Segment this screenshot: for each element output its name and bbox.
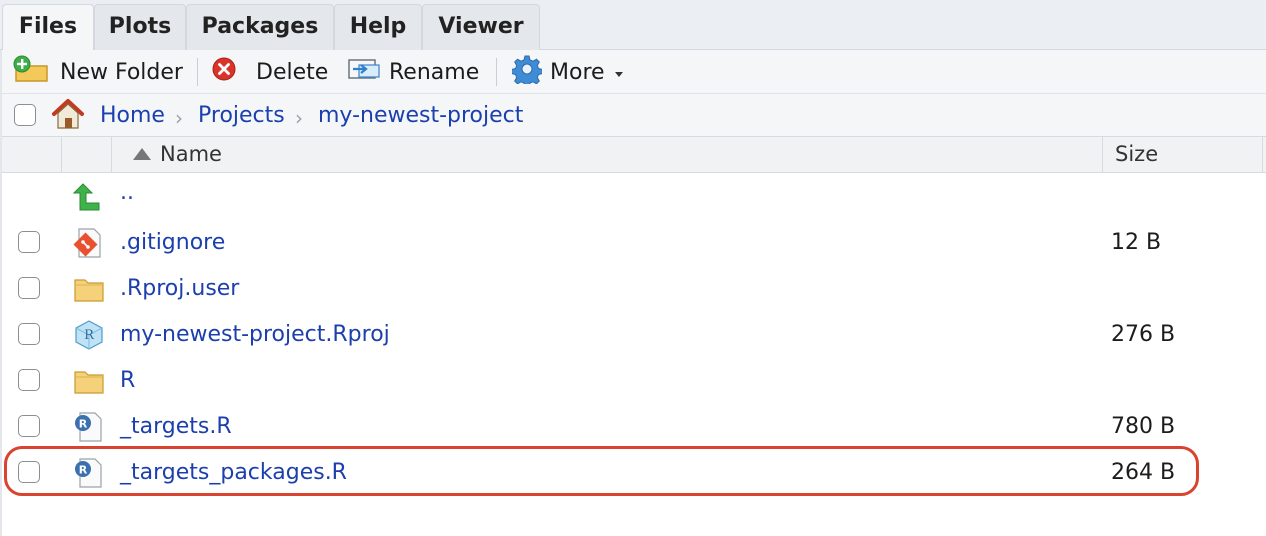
- row-checkbox[interactable]: [18, 461, 40, 483]
- row-checkbox[interactable]: [18, 415, 40, 437]
- file-name[interactable]: R: [120, 368, 135, 393]
- new-folder-label: New Folder: [60, 59, 183, 85]
- pane-tab-bar: Files Plots Packages Help Viewer: [0, 0, 1266, 51]
- file-name[interactable]: .Rproj.user: [120, 276, 239, 301]
- new-folder-button[interactable]: New Folder: [12, 54, 183, 90]
- list-item[interactable]: R my-newest-project.Rproj 276 B: [0, 312, 1266, 358]
- list-item[interactable]: .Rproj.user: [0, 266, 1266, 312]
- row-checkbox[interactable]: [18, 231, 40, 253]
- row-checkbox[interactable]: [18, 323, 40, 345]
- list-item[interactable]: R: [0, 358, 1266, 404]
- up-arrow-icon: [72, 181, 105, 213]
- file-name[interactable]: my-newest-project.Rproj: [120, 322, 390, 347]
- list-item[interactable]: R _targets_packages.R 264 B: [0, 450, 1266, 496]
- tab-help[interactable]: Help: [334, 4, 422, 50]
- delete-label: Delete: [256, 59, 329, 85]
- delete-icon: [212, 57, 236, 87]
- git-file-icon: [73, 227, 105, 259]
- toolbar-divider: [197, 58, 198, 86]
- gear-icon: [511, 54, 543, 90]
- file-size: 12 B: [1111, 230, 1162, 255]
- select-all-checkbox[interactable]: [14, 104, 36, 126]
- breadcrumb-separator-icon: ›: [295, 106, 303, 130]
- file-name[interactable]: _targets.R: [120, 414, 232, 439]
- r-script-icon: R: [73, 457, 105, 489]
- rename-button[interactable]: Rename: [347, 54, 479, 90]
- svg-text:R: R: [79, 418, 88, 431]
- row-checkbox[interactable]: [18, 369, 40, 391]
- header-name-column[interactable]: Name: [112, 137, 1103, 172]
- file-size: 264 B: [1111, 460, 1176, 485]
- folder-icon: [73, 273, 105, 305]
- rename-icon: [347, 56, 381, 88]
- row-checkbox[interactable]: [18, 277, 40, 299]
- breadcrumb: Home › Projects › my-newest-project: [0, 94, 1266, 137]
- tab-packages[interactable]: Packages: [186, 4, 334, 50]
- more-label: More: [550, 59, 605, 85]
- file-name[interactable]: _targets_packages.R: [120, 460, 347, 485]
- breadcrumb-home[interactable]: Home: [100, 103, 165, 128]
- rename-label: Rename: [389, 59, 480, 85]
- sort-ascending-icon: [132, 146, 152, 166]
- pane-left-border: [0, 50, 2, 536]
- list-item[interactable]: .gitignore 12 B: [0, 220, 1266, 266]
- header-size-label: Size: [1115, 142, 1159, 166]
- more-button[interactable]: More: [511, 54, 625, 90]
- list-item[interactable]: R _targets.R 780 B: [0, 404, 1266, 450]
- new-folder-icon: [12, 55, 52, 89]
- home-icon[interactable]: [50, 97, 86, 135]
- r-script-icon: R: [73, 411, 105, 443]
- file-size: 276 B: [1111, 322, 1176, 347]
- tab-files[interactable]: Files: [2, 4, 94, 51]
- header-size-column[interactable]: Size: [1103, 137, 1263, 172]
- header-icon-column: [62, 137, 112, 172]
- folder-icon: [73, 365, 105, 397]
- svg-text:R: R: [84, 328, 95, 343]
- rproj-file-icon: R: [73, 319, 105, 351]
- tab-viewer[interactable]: Viewer: [422, 4, 540, 50]
- files-toolbar: New Folder Delete Rename More: [0, 50, 1266, 94]
- file-name[interactable]: .gitignore: [120, 230, 225, 255]
- breadcrumb-current[interactable]: my-newest-project: [318, 103, 523, 128]
- header-name-label: Name: [160, 142, 222, 166]
- header-checkbox-column: [0, 137, 62, 172]
- toolbar-divider: [496, 58, 497, 86]
- breadcrumb-projects[interactable]: Projects: [198, 103, 285, 128]
- tab-plots[interactable]: Plots: [94, 4, 186, 50]
- list-item-parent[interactable]: ..: [0, 174, 1266, 220]
- file-list-header: Name Size: [0, 137, 1266, 173]
- dropdown-caret-icon: [613, 60, 625, 85]
- file-name[interactable]: ..: [120, 180, 134, 205]
- delete-button[interactable]: Delete: [212, 54, 328, 90]
- file-size: 780 B: [1111, 414, 1176, 439]
- svg-text:R: R: [79, 464, 88, 477]
- breadcrumb-separator-icon: ›: [175, 106, 183, 130]
